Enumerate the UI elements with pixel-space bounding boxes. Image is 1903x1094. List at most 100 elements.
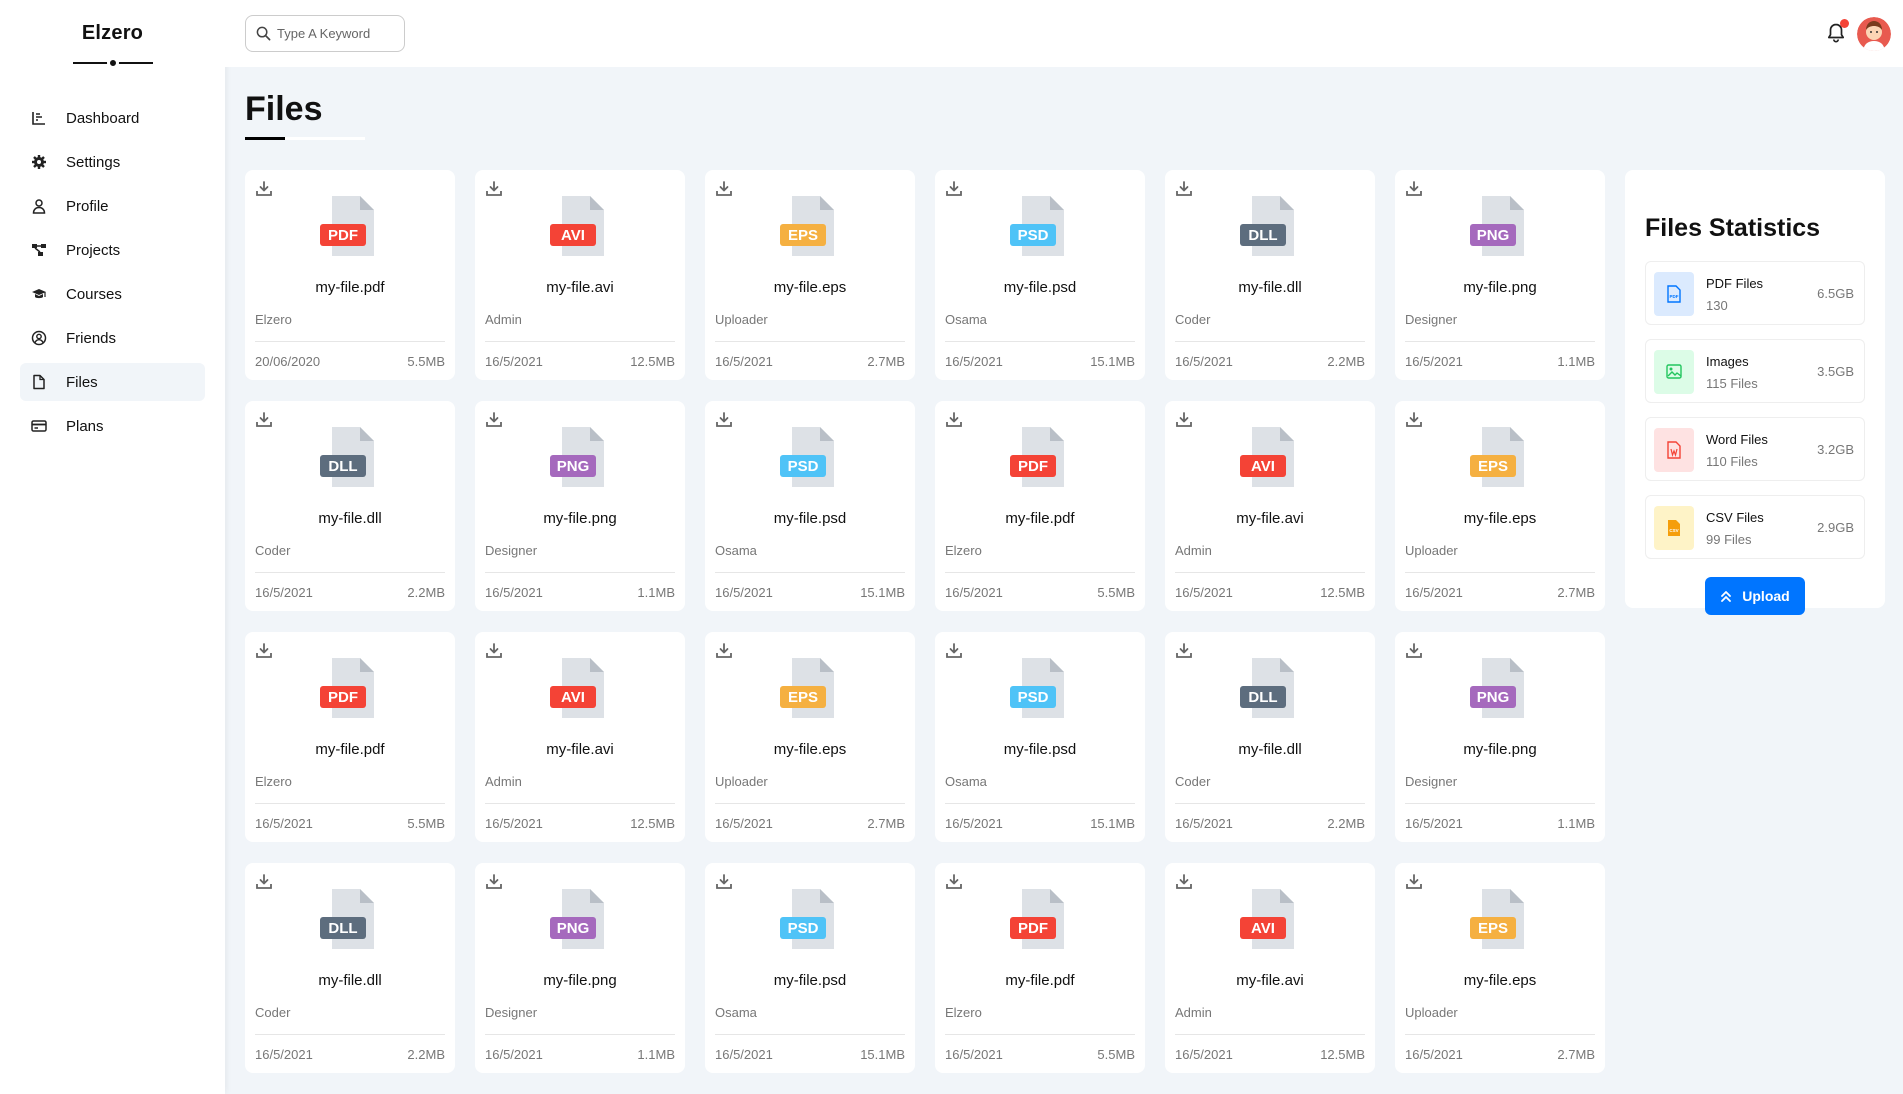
- download-icon[interactable]: [1175, 180, 1193, 198]
- download-icon[interactable]: [715, 642, 733, 660]
- file-card[interactable]: PSD my-file.psd Osama 16/5/2021 15.1MB: [705, 863, 915, 1073]
- avi-file-icon: AVI: [550, 196, 604, 256]
- chart-line-icon: [30, 109, 48, 127]
- file-card[interactable]: PDF my-file.pdf Elzero 16/5/2021 5.5MB: [935, 401, 1145, 611]
- card-divider: [485, 803, 675, 804]
- file-card[interactable]: PSD my-file.psd Osama 16/5/2021 15.1MB: [935, 632, 1145, 842]
- card-divider: [485, 572, 675, 573]
- download-icon[interactable]: [255, 873, 273, 891]
- file-uploader: Elzero: [255, 774, 292, 789]
- upload-button[interactable]: Upload: [1705, 577, 1805, 615]
- sidebar-item-courses[interactable]: Courses: [20, 275, 205, 313]
- file-card[interactable]: PDF my-file.pdf Elzero 16/5/2021 5.5MB: [935, 863, 1145, 1073]
- word-file-icon: [1654, 428, 1694, 472]
- file-card[interactable]: PNG my-file.png Designer 16/5/2021 1.1MB: [1395, 632, 1605, 842]
- sidebar-item-files[interactable]: Files: [20, 363, 205, 401]
- download-icon[interactable]: [485, 411, 503, 429]
- notification-bell[interactable]: [1825, 19, 1849, 44]
- file-uploader: Osama: [945, 774, 987, 789]
- file-card[interactable]: DLL my-file.dll Coder 16/5/2021 2.2MB: [1165, 632, 1375, 842]
- top-header: [225, 0, 1903, 67]
- file-uploader: Coder: [255, 543, 291, 558]
- file-card[interactable]: EPS my-file.eps Uploader 16/5/2021 2.7MB: [705, 170, 915, 380]
- download-icon[interactable]: [945, 873, 963, 891]
- sidebar-item-projects[interactable]: Projects: [20, 231, 205, 269]
- search-input[interactable]: [277, 26, 397, 41]
- file-card[interactable]: EPS my-file.eps Uploader 16/5/2021 2.7MB: [705, 632, 915, 842]
- file-card[interactable]: AVI my-file.avi Admin 16/5/2021 12.5MB: [475, 170, 685, 380]
- download-icon[interactable]: [1175, 642, 1193, 660]
- download-icon[interactable]: [945, 180, 963, 198]
- file-card[interactable]: DLL my-file.dll Coder 16/5/2021 2.2MB: [1165, 170, 1375, 380]
- file-card[interactable]: AVI my-file.avi Admin 16/5/2021 12.5MB: [1165, 401, 1375, 611]
- sidebar-item-settings[interactable]: Settings: [20, 143, 205, 181]
- file-card[interactable]: EPS my-file.eps Uploader 16/5/2021 2.7MB: [1395, 863, 1605, 1073]
- file-card[interactable]: PSD my-file.psd Osama 16/5/2021 15.1MB: [705, 401, 915, 611]
- sidebar-item-profile[interactable]: Profile: [20, 187, 205, 225]
- file-name: my-file.dll: [318, 972, 382, 989]
- file-card[interactable]: PDF my-file.pdf Elzero 20/06/2020 5.5MB: [245, 170, 455, 380]
- file-ext-label: EPS: [1478, 920, 1508, 937]
- card-divider: [485, 1034, 675, 1035]
- download-icon[interactable]: [485, 180, 503, 198]
- psd-file-icon: PSD: [1010, 658, 1064, 718]
- download-icon[interactable]: [715, 180, 733, 198]
- download-icon[interactable]: [1405, 642, 1423, 660]
- file-ext-label: PSD: [1018, 689, 1049, 706]
- file-card[interactable]: DLL my-file.dll Coder 16/5/2021 2.2MB: [245, 863, 455, 1073]
- file-card[interactable]: AVI my-file.avi Admin 16/5/2021 12.5MB: [1165, 863, 1375, 1073]
- download-icon[interactable]: [715, 873, 733, 891]
- download-icon[interactable]: [715, 411, 733, 429]
- file-card[interactable]: PNG my-file.png Designer 16/5/2021 1.1MB: [1395, 170, 1605, 380]
- brand-underline: [72, 57, 153, 69]
- download-icon[interactable]: [1175, 873, 1193, 891]
- download-icon[interactable]: [1405, 411, 1423, 429]
- sidebar-item-plans[interactable]: Plans: [20, 407, 205, 445]
- download-icon[interactable]: [255, 180, 273, 198]
- file-card[interactable]: PNG my-file.png Designer 16/5/2021 1.1MB: [475, 863, 685, 1073]
- download-icon[interactable]: [485, 873, 503, 891]
- download-icon[interactable]: [1405, 180, 1423, 198]
- stat-size: 3.5GB: [1817, 364, 1854, 379]
- sidebar-item-label: Settings: [66, 153, 121, 171]
- dll-file-icon: DLL: [1240, 658, 1294, 718]
- pdf-file-icon: PDF: [1010, 889, 1064, 949]
- card-divider: [255, 572, 445, 573]
- sidebar-item-dashboard[interactable]: Dashboard: [20, 99, 205, 137]
- download-icon[interactable]: [945, 642, 963, 660]
- file-size: 15.1MB: [860, 585, 905, 600]
- file-name: my-file.psd: [1003, 741, 1077, 758]
- file-uploader: Elzero: [945, 543, 982, 558]
- search-icon: [256, 26, 271, 41]
- avatar[interactable]: [1857, 17, 1891, 51]
- download-icon[interactable]: [1175, 411, 1193, 429]
- file-date: 16/5/2021: [1405, 585, 1463, 600]
- download-icon[interactable]: [945, 411, 963, 429]
- file-name: my-file.avi: [1236, 510, 1304, 527]
- file-uploader: Coder: [255, 1005, 291, 1020]
- file-card[interactable]: PSD my-file.psd Osama 16/5/2021 15.1MB: [935, 170, 1145, 380]
- sidebar-item-friends[interactable]: Friends: [20, 319, 205, 357]
- file-card[interactable]: DLL my-file.dll Coder 16/5/2021 2.2MB: [245, 401, 455, 611]
- download-icon[interactable]: [255, 642, 273, 660]
- card-divider: [1405, 341, 1595, 342]
- psd-file-icon: PSD: [780, 427, 834, 487]
- eps-file-icon: EPS: [1470, 427, 1524, 487]
- download-icon[interactable]: [1405, 873, 1423, 891]
- file-card[interactable]: AVI my-file.avi Admin 16/5/2021 12.5MB: [475, 632, 685, 842]
- file-card[interactable]: PDF my-file.pdf Elzero 16/5/2021 5.5MB: [245, 632, 455, 842]
- file-ext-label: PDF: [1018, 458, 1048, 475]
- search-box[interactable]: [245, 15, 405, 52]
- file-card[interactable]: PNG my-file.png Designer 16/5/2021 1.1MB: [475, 401, 685, 611]
- file-uploader: Uploader: [715, 774, 768, 789]
- file-date: 16/5/2021: [255, 585, 313, 600]
- download-icon[interactable]: [485, 642, 503, 660]
- card-divider: [945, 341, 1135, 342]
- stat-name: PDF Files: [1706, 276, 1764, 291]
- download-icon[interactable]: [255, 411, 273, 429]
- stat-count: 110 Files: [1706, 454, 1758, 469]
- png-file-icon: PNG: [550, 889, 604, 949]
- file-ext-label: AVI: [1251, 920, 1275, 937]
- file-card[interactable]: EPS my-file.eps Uploader 16/5/2021 2.7MB: [1395, 401, 1605, 611]
- file-date: 16/5/2021: [1405, 1047, 1463, 1062]
